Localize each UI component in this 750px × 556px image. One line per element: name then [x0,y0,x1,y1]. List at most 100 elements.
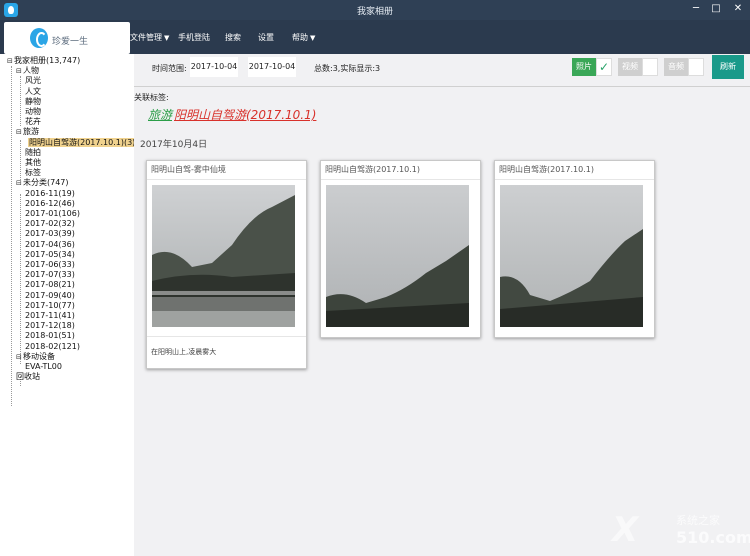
start-date-field[interactable]: 2017-10-04 [190,57,238,77]
unchecked-box-icon [688,58,704,76]
tree-item[interactable]: 2017-07(33) [25,270,75,280]
tree-item[interactable]: 2017-10(77) [25,301,75,311]
tree-item[interactable]: 2018-01(51) [25,331,75,341]
tree-item[interactable]: ⊟我家相册(13,747) [7,56,80,66]
unchecked-box-icon [642,58,658,76]
check-icon: ✓ [596,58,612,76]
menu-help[interactable]: 帮助 ▼ [292,32,315,43]
tree-item[interactable]: 2017-01(106) [25,209,80,219]
tag-link-travel[interactable]: 旅游 [148,106,172,123]
tree-item-label: 2017-05(34) [25,249,75,259]
tree-item[interactable]: EVA-TL00 [25,362,62,372]
maximize-button[interactable]: □ [708,2,724,16]
audio-toggle[interactable]: 音频 [664,58,704,76]
tree-item-label: 2017-11(41) [25,311,75,320]
tree-item[interactable]: 动物 [25,107,41,117]
expand-toggle-icon[interactable]: ⊟ [16,66,23,76]
tree-item[interactable]: 2016-11(19) [25,189,75,199]
tree-item-label: 2017-12(18) [25,321,75,331]
tree-item-label: 静物 [25,96,41,106]
tree-item-label: 回收站 [16,372,40,382]
photo-card[interactable]: 阳明山自驾游(2017.10.1) [320,160,481,338]
tree-item[interactable]: 2017-03(39) [25,229,75,239]
tree-item[interactable]: 其他 [25,158,41,168]
expand-toggle-icon[interactable]: ⊟ [16,178,23,188]
tree-item[interactable]: 标签 [25,168,41,178]
tree-item-label: 旅游 [23,127,39,137]
tree-item[interactable]: ⊟旅游 [16,127,39,137]
app-logo: 珍爱一生 [4,22,130,54]
tree-item[interactable]: 2018-02(121) [25,342,80,352]
close-button[interactable]: ✕ [728,2,748,16]
divider [321,179,480,180]
menu-label: 搜索 [225,33,241,42]
tree-item[interactable]: 2016-12(46) [25,199,75,209]
tree-item-label: 2016-12(46) [25,198,75,208]
tree-item-label: 人文 [25,86,41,96]
minimize-button[interactable]: ─ [688,2,704,16]
tree-guide [11,66,12,406]
end-date-field[interactable]: 2017-10-04 [248,57,296,77]
divider [495,179,654,180]
chevron-down-icon: ▼ [164,34,170,42]
tree-item[interactable]: 静物 [25,97,41,107]
watermark-url: 510.com [676,528,750,547]
tree-item-label: 2017-03(39) [25,229,75,239]
tree-item[interactable]: 2017-04(36) [25,240,75,250]
tree-item[interactable]: 风光 [25,76,41,86]
tree-item[interactable]: 花卉 [25,117,41,127]
filter-bar: 时间范围: 2017-10-04 2017-10-04 总数:3,实际显示:3 … [134,54,750,82]
photo-card[interactable]: 阳明山自驾-雾中仙境 在阳明山上,凌晨雾大 [146,160,307,369]
tree-item[interactable]: 随拍 [25,148,41,158]
tree-item-label: 我家相册(13,747) [14,56,81,65]
tree-item[interactable]: 2017-11(41) [25,311,75,321]
album-tree-sidebar: ⊟我家相册(13,747) ⊟人物 风光 人文 静物 动物 花卉 ⊟旅游 阳明山自驾游(2017… [0,54,137,556]
video-toggle[interactable]: 视频 [618,58,658,76]
tree-item[interactable]: 2017-09(40) [25,291,75,301]
photo-toggle[interactable]: 照片 ✓ [572,58,612,76]
tree-item-label: 2017-09(40) [25,290,75,300]
tree-item-label: 2017-02(32) [25,219,75,229]
main-panel: 时间范围: 2017-10-04 2017-10-04 总数:3,实际显示:3 … [134,54,750,556]
menu-settings[interactable]: 设置 [258,32,274,43]
menu-file-management[interactable]: 文件管理 ▼ [130,32,169,43]
tree-item-label: 2017-04(36) [25,239,75,249]
expand-toggle-icon[interactable]: ⊟ [7,56,14,66]
menu-label: 文件管理 [130,33,162,42]
tree-item[interactable]: 2017-08(21) [25,280,75,290]
tree-guide [20,140,21,180]
tree-item-label: 标签 [25,168,41,178]
video-toggle-label: 视频 [618,58,642,76]
tree-item[interactable]: 回收站 [16,372,40,382]
logo-icon [30,28,48,48]
tree-item[interactable]: 2017-06(33) [25,260,75,270]
tree-item[interactable]: ⊟人物 [16,66,39,76]
photo-thumbnail[interactable] [500,185,643,327]
tree-item-selected[interactable]: 阳明山自驾游(2017.10.1)(3) [28,137,137,148]
tree-item[interactable]: ⊟移动设备 [16,352,55,362]
tree-item[interactable]: 2017-05(34) [25,250,75,260]
menu-search[interactable]: 搜索 [225,32,241,43]
menu-label: 手机登陆 [178,33,210,42]
divider [134,86,750,87]
photo-card[interactable]: 阳明山自驾游(2017.10.1) [494,160,655,338]
tree-item[interactable]: ⊟未分类(747) [16,178,69,188]
refresh-button[interactable]: 刷新 [712,55,744,79]
date-group-heading: 2017年10月4日 [140,140,208,150]
expand-toggle-icon[interactable]: ⊟ [16,352,23,362]
tree-item[interactable]: 2017-02(32) [25,219,75,229]
tree-item[interactable]: 2017-12(18) [25,321,75,331]
expand-toggle-icon[interactable]: ⊟ [16,127,23,137]
photo-thumbnail[interactable] [152,185,295,327]
tree-item-label: 2017-08(21) [25,280,75,290]
window-titlebar: 我家相册 ─ □ ✕ [0,0,750,20]
tree-guide [20,76,21,126]
menu-phone-login[interactable]: 手机登陆 [178,32,210,43]
related-tags-label: 关联标签: [134,93,169,102]
tag-link-album[interactable]: 阳明山自驾游(2017.10.1) [174,106,316,123]
tree-item-label: 2017-01(106) [25,209,80,218]
divider [147,179,306,180]
tree-item-label: 2017-06(33) [25,260,75,269]
photo-thumbnail[interactable] [326,185,469,327]
tree-item[interactable]: 人文 [25,87,41,97]
